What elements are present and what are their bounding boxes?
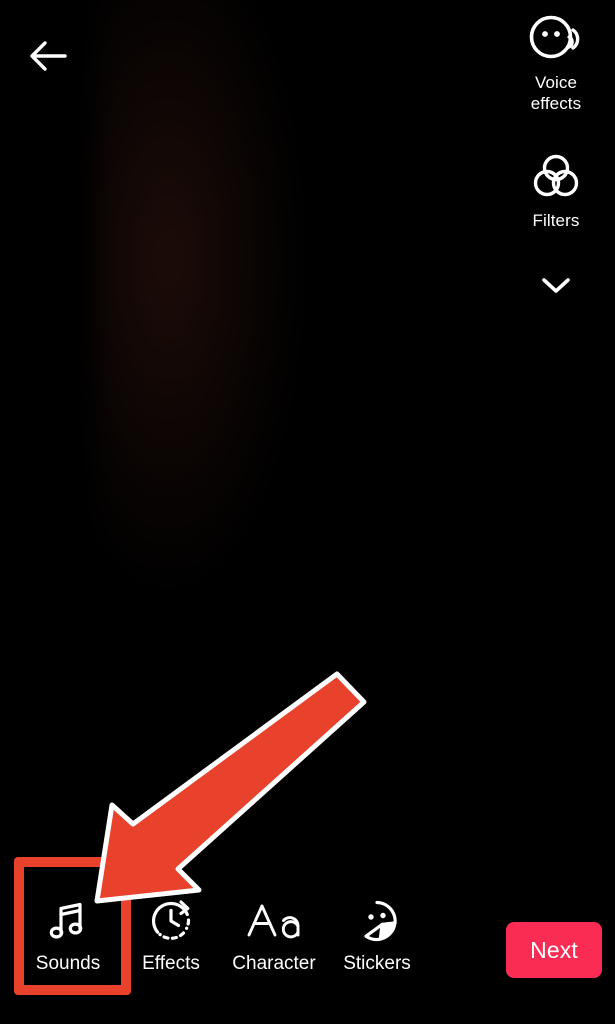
text-aa-icon (245, 896, 303, 946)
toolbar-item-sounds[interactable]: Sounds (16, 896, 120, 975)
voice-effects-icon (526, 12, 586, 66)
toolbar-item-stickers[interactable]: Stickers (325, 896, 429, 975)
music-note-icon (45, 896, 91, 946)
toolbar-item-sounds-label: Sounds (35, 953, 101, 974)
toolbar-item-character-label: Character (232, 953, 316, 974)
back-button[interactable] (22, 33, 74, 83)
right-tool-rail: Voice effects Filters (497, 12, 615, 307)
rail-item-filters[interactable]: Filters (497, 150, 615, 231)
camera-preview-silhouette (95, 0, 305, 600)
filters-icon (530, 150, 582, 204)
toolbar-item-effects-label: Effects (142, 953, 200, 974)
next-button-label: Next (530, 936, 578, 963)
expand-tools-button[interactable] (497, 267, 615, 307)
chevron-down-icon (539, 274, 573, 301)
toolbar-item-character[interactable]: Character (222, 896, 326, 975)
toolbar-item-stickers-label: Stickers (343, 953, 411, 974)
rail-item-voice-effects[interactable]: Voice effects (497, 12, 615, 114)
sticker-face-icon (354, 896, 400, 946)
voice-effects-label-line1: Voice (534, 73, 578, 92)
arrow-left-icon (28, 39, 68, 78)
bottom-toolbar: Sounds Effects Character Stickers Next (0, 874, 615, 1024)
next-button[interactable]: Next (506, 922, 602, 978)
camera-editor-screen: Voice effects Filters Sounds Effects Cha… (0, 0, 615, 1024)
toolbar-item-effects[interactable]: Effects (119, 896, 223, 975)
rail-item-voice-effects-label: Voice effects (531, 72, 581, 114)
voice-effects-label-line2: effects (530, 94, 582, 113)
clock-effects-icon (148, 896, 194, 946)
rail-item-filters-label: Filters (532, 211, 580, 230)
